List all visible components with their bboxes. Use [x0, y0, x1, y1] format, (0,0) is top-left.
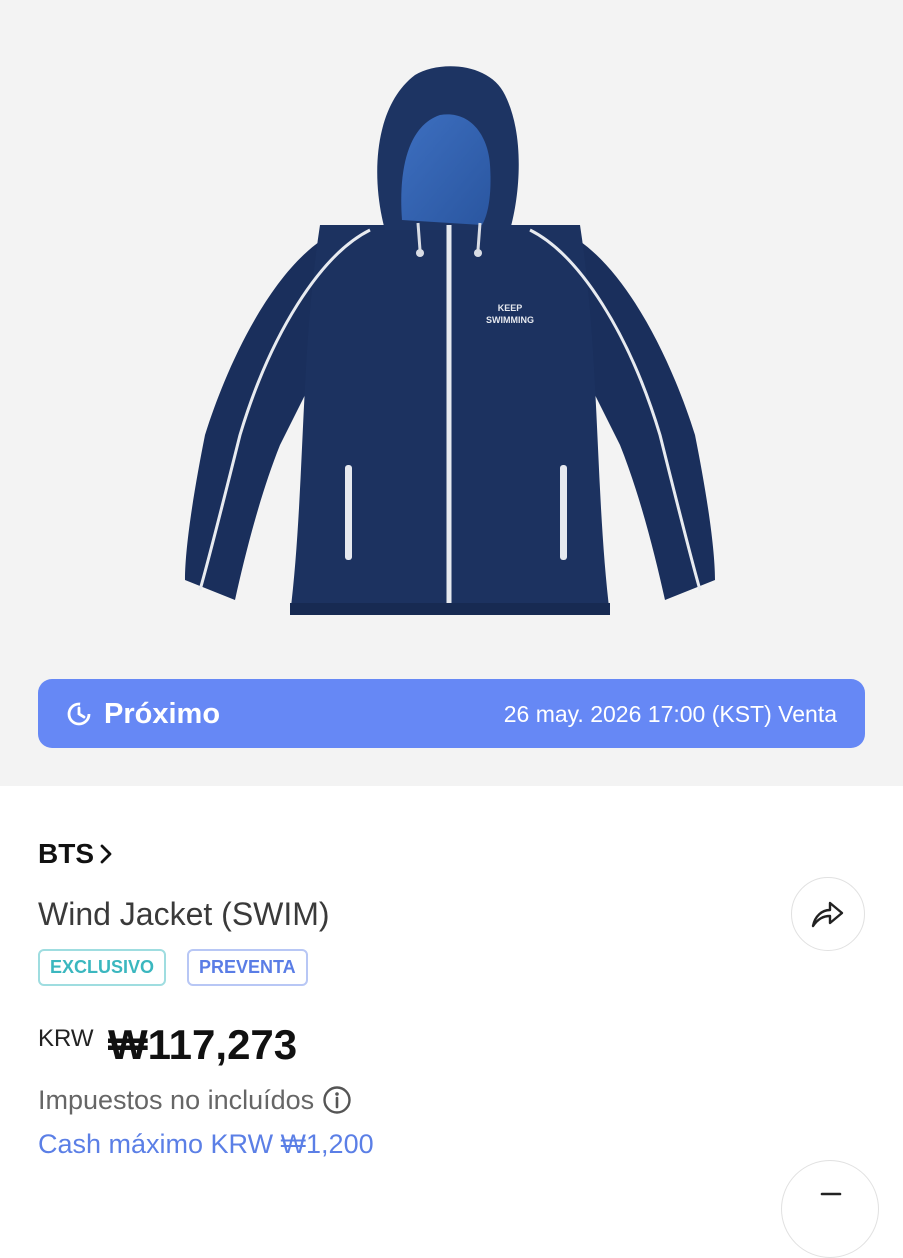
- price-currency: KRW: [38, 1025, 94, 1052]
- artist-name: BTS: [38, 838, 94, 869]
- status-label: Próximo: [104, 698, 221, 730]
- product-image-area: KEEP SWIMMING Próximo 26 may. 2026 17:00…: [0, 0, 903, 786]
- chest-print-line2: SWIMMING: [486, 315, 534, 325]
- artist-link[interactable]: BTS: [38, 836, 115, 872]
- info-icon[interactable]: [322, 1085, 352, 1115]
- share-icon: [811, 901, 844, 928]
- sale-date: 26 may. 2026 17:00 (KST) Venta: [503, 701, 837, 727]
- product-image: KEEP SWIMMING: [185, 66, 715, 615]
- presale-badge: PREVENTA: [187, 949, 308, 986]
- status-banner: Próximo 26 may. 2026 17:00 (KST) Venta: [38, 679, 865, 748]
- chevron-right-icon: [100, 844, 112, 864]
- share-button[interactable]: [791, 877, 865, 951]
- arrow-up-icon: [820, 1192, 842, 1196]
- tax-note-text: Impuestos no incluídos: [38, 1085, 315, 1115]
- clock-icon: [67, 702, 91, 726]
- scroll-top-button[interactable]: [781, 1160, 879, 1258]
- price-value: ₩117,273: [108, 1021, 298, 1068]
- tax-note: Impuestos no incluídos: [38, 1083, 352, 1117]
- product-title: Wind Jacket (SWIM): [38, 896, 330, 932]
- cash-note: Cash máximo KRW ₩1,200: [38, 1129, 374, 1159]
- exclusive-badge: EXCLUSIVO: [38, 949, 167, 986]
- chest-print-line1: KEEP: [498, 303, 523, 313]
